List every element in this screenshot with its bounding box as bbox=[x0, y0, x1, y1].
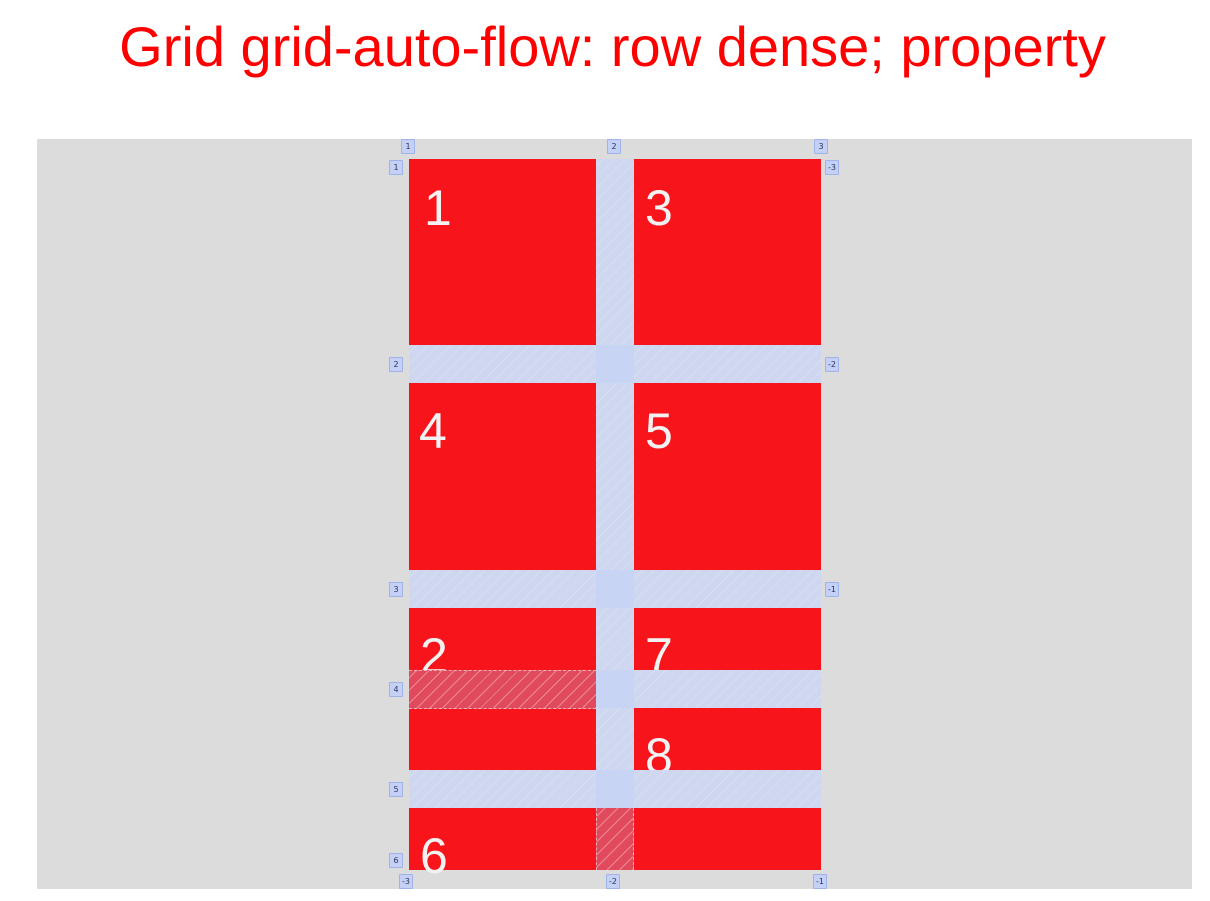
gap-crossing bbox=[596, 670, 634, 708]
row-line-badge: 3 bbox=[389, 582, 403, 597]
grid-item-label: 5 bbox=[645, 403, 673, 459]
grid-item-label: 3 bbox=[645, 180, 673, 236]
column-gap bbox=[596, 159, 634, 808]
grid-item-5: 5 bbox=[634, 383, 821, 570]
column-line-badge: -1 bbox=[813, 874, 827, 889]
grid-item-label: 6 bbox=[420, 828, 448, 884]
grid-item-7: 7 bbox=[634, 608, 821, 681]
column-line-badge: 1 bbox=[401, 139, 415, 154]
grid-item-label: 4 bbox=[419, 403, 447, 459]
column-line-badge: -2 bbox=[606, 874, 620, 889]
gap-crossing bbox=[596, 345, 634, 383]
page-title: Grid grid-auto-flow: row dense; property bbox=[119, 15, 1106, 78]
row-line-badge: -3 bbox=[825, 160, 839, 175]
row-gap bbox=[634, 670, 821, 708]
column-line-badge: 2 bbox=[607, 139, 621, 154]
gap-crossing bbox=[596, 570, 634, 608]
row-line-badge: 4 bbox=[389, 682, 403, 697]
grid-item-8: 8 bbox=[634, 708, 821, 781]
column-line-badge: 3 bbox=[814, 139, 828, 154]
row-line-badge: -1 bbox=[825, 582, 839, 597]
row-line-badge: 5 bbox=[389, 782, 403, 797]
column-line-badge: -3 bbox=[399, 874, 413, 889]
row-line-badge: 6 bbox=[389, 853, 403, 868]
grid-item-label: 1 bbox=[424, 180, 452, 236]
row-line-badge: -2 bbox=[825, 357, 839, 372]
row-line-badge: 1 bbox=[389, 160, 403, 175]
gap-over-item bbox=[409, 670, 596, 709]
gap-over-item bbox=[596, 808, 634, 870]
row-line-badge: 2 bbox=[389, 357, 403, 372]
gap-crossing bbox=[596, 770, 634, 808]
grid-item-4: 4 bbox=[409, 383, 596, 570]
grid-item-3: 3 bbox=[634, 159, 821, 345]
grid-item-1: 1 bbox=[409, 159, 596, 345]
